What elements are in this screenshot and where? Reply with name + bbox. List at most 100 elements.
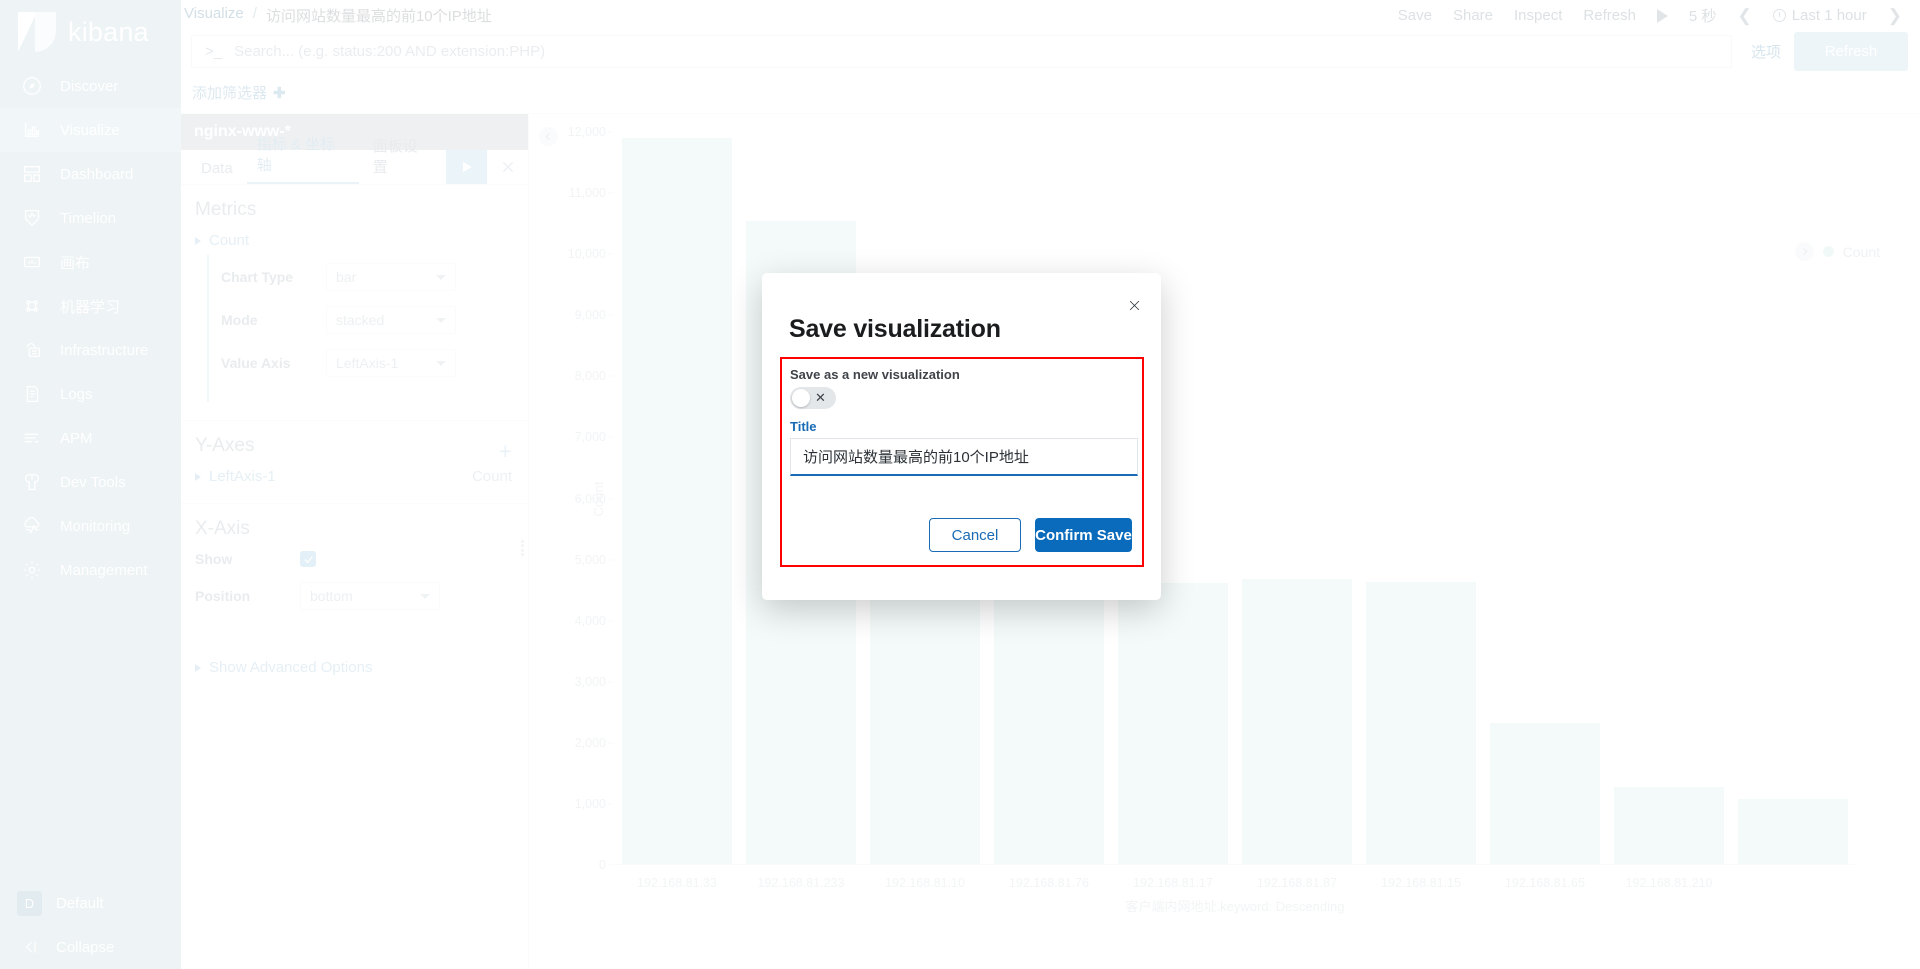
y-axis-tick-label: 5,000: [574, 552, 606, 567]
x-axis-tick-label: 192.168.81.17: [1133, 876, 1213, 890]
x-axis-line: [615, 864, 1855, 865]
dashboard-icon: [20, 163, 43, 186]
refresh-button[interactable]: Refresh: [1583, 7, 1636, 24]
y-axis-tick-mark: [608, 742, 614, 744]
y-axis-tick-mark: [608, 864, 614, 866]
x-axis-position-select[interactable]: bottom: [300, 582, 440, 610]
sidebar-item-dev-tools[interactable]: Dev Tools: [0, 460, 181, 504]
add-y-axis-button[interactable]: +: [499, 440, 512, 463]
previous-time-icon[interactable]: ❮: [1737, 6, 1751, 26]
confirm-save-button[interactable]: Confirm Save: [1035, 518, 1132, 552]
query-options-button[interactable]: 选项: [1738, 41, 1794, 62]
metric-field-select[interactable]: LeftAxis-1: [326, 349, 456, 377]
x-axis-tick-label: 192.168.81.15: [1381, 876, 1461, 890]
y-axis-tick-label: 10,000: [567, 247, 606, 262]
y-axis-tick-mark: [608, 436, 614, 438]
apply-changes-button[interactable]: [446, 150, 487, 184]
tab-data[interactable]: Data: [191, 160, 243, 184]
sidebar-item-timelion[interactable]: Timelion: [0, 196, 181, 240]
sidebar-item-discover[interactable]: Discover: [0, 64, 181, 108]
x-axis-tick-label: 192.168.81.210: [1625, 876, 1713, 890]
bar[interactable]: [1118, 582, 1228, 865]
save-visualization-modal: Save visualization Save as a new visuali…: [762, 273, 1161, 600]
close-icon[interactable]: [1124, 295, 1144, 315]
x-axis-tick-label: 192.168.81.87: [1257, 876, 1337, 890]
refresh-interval[interactable]: 5 秒: [1689, 5, 1717, 26]
title-input[interactable]: [790, 438, 1138, 476]
bar[interactable]: [1490, 723, 1600, 865]
y-axis-tick-label: 9,000: [574, 308, 606, 323]
bar[interactable]: [1614, 786, 1724, 865]
metric-field-label: Mode: [221, 312, 258, 328]
bar[interactable]: [994, 582, 1104, 865]
console-prompt-icon: >_: [205, 43, 223, 60]
share-button[interactable]: Share: [1453, 7, 1493, 24]
x-axis-show-label: Show: [195, 551, 233, 567]
metric-field-select[interactable]: bar: [326, 263, 456, 291]
time-picker[interactable]: Last 1 hour: [1772, 7, 1867, 24]
query-refresh-button[interactable]: Refresh: [1794, 32, 1908, 71]
play-icon[interactable]: [1656, 8, 1668, 23]
sidebar-item-label: Visualize: [60, 121, 120, 139]
y-axis-tick-mark: [608, 559, 614, 561]
sidebar-collapse-button[interactable]: Collapse: [0, 925, 181, 969]
sidebar-item-space[interactable]: D Default: [0, 881, 181, 925]
sidebar-item-label: Dashboard: [60, 165, 134, 183]
sidebar-item-infrastructure[interactable]: Infrastructure: [0, 328, 181, 372]
bar-slot: [1483, 132, 1607, 865]
y-axis-tick-label: 11,000: [568, 186, 606, 201]
y-axis-tick-label: 4,000: [574, 613, 606, 628]
inspect-button[interactable]: Inspect: [1514, 7, 1562, 24]
collapse-editor-icon[interactable]: [539, 127, 558, 146]
kibana-wordmark: kibana: [68, 16, 149, 47]
bar[interactable]: [870, 582, 980, 865]
sidebar-item-dashboard[interactable]: Dashboard: [0, 152, 181, 196]
y-axis-tick-mark: [608, 314, 614, 316]
sidebar-item-apm[interactable]: APM: [0, 416, 181, 460]
discard-changes-button[interactable]: [487, 150, 528, 184]
breadcrumb-root[interactable]: Visualize: [184, 5, 244, 26]
plus-icon[interactable]: ✚: [273, 84, 286, 102]
metrics-section: Metrics Count Chart Type bar Mode stacked Va…: [181, 185, 528, 421]
add-filter-button[interactable]: 添加筛选器: [192, 82, 267, 103]
sidebar-item-monitoring[interactable]: Monitoring: [0, 504, 181, 548]
x-axis-show-checkbox[interactable]: [300, 551, 316, 567]
tab-panel-settings[interactable]: 面板设置: [363, 135, 442, 184]
sidebar-item-label: Infrastructure: [60, 341, 149, 359]
chevron-right-icon: [195, 236, 201, 245]
next-time-icon[interactable]: ❯: [1888, 6, 1902, 26]
tab-metrics-axes[interactable]: 指标 & 坐标轴: [246, 133, 359, 184]
bar[interactable]: [622, 138, 732, 865]
sidebar-item-机器学习[interactable]: 机器学习: [0, 284, 181, 328]
y-axis-leftaxis-1[interactable]: LeftAxis-1 Count: [195, 468, 528, 485]
bar[interactable]: [1366, 581, 1476, 865]
save-button[interactable]: Save: [1398, 7, 1432, 24]
cancel-button[interactable]: Cancel: [929, 518, 1021, 552]
y-axis-tick-label: 0: [599, 858, 606, 872]
metric-agg-count[interactable]: Count: [195, 232, 528, 249]
sidebar-item-management[interactable]: Management: [0, 548, 181, 592]
show-advanced-options-button[interactable]: Show Advanced Options: [181, 643, 528, 676]
sidebar-item-画布[interactable]: 画布: [0, 240, 181, 284]
x-axis-position-value: bottom: [310, 588, 353, 604]
chevron-down-icon: [436, 360, 446, 366]
wrench-icon: [20, 471, 43, 494]
x-axis-tick-label: 192.168.81.10: [885, 876, 965, 890]
y-axis-tick-label: 3,000: [574, 674, 606, 689]
search-input[interactable]: >_ Search... (e.g. status:200 AND extens…: [191, 35, 1732, 68]
panel-resize-handle[interactable]: [521, 540, 529, 556]
sidebar-footer: D Default Collapse: [0, 881, 181, 969]
bar-slot: [1731, 132, 1855, 865]
bar[interactable]: [1242, 579, 1352, 865]
sidebar-item-logs[interactable]: Logs: [0, 372, 181, 416]
breadcrumb-current: 访问网站数量最高的前10个IP地址: [265, 8, 492, 25]
kibana-logo[interactable]: kibana: [0, 0, 181, 64]
y-axis-tick-label: 12,000: [567, 125, 606, 139]
save-as-new-toggle[interactable]: ✕: [790, 387, 836, 409]
modal-button-row: Cancel Confirm Save: [929, 518, 1132, 552]
metric-field-select[interactable]: stacked: [326, 306, 456, 334]
bar[interactable]: [1738, 799, 1848, 865]
toggle-off-icon: ✕: [815, 390, 826, 405]
sidebar-item-visualize[interactable]: Visualize: [0, 108, 181, 152]
space-label: Default: [56, 894, 104, 912]
